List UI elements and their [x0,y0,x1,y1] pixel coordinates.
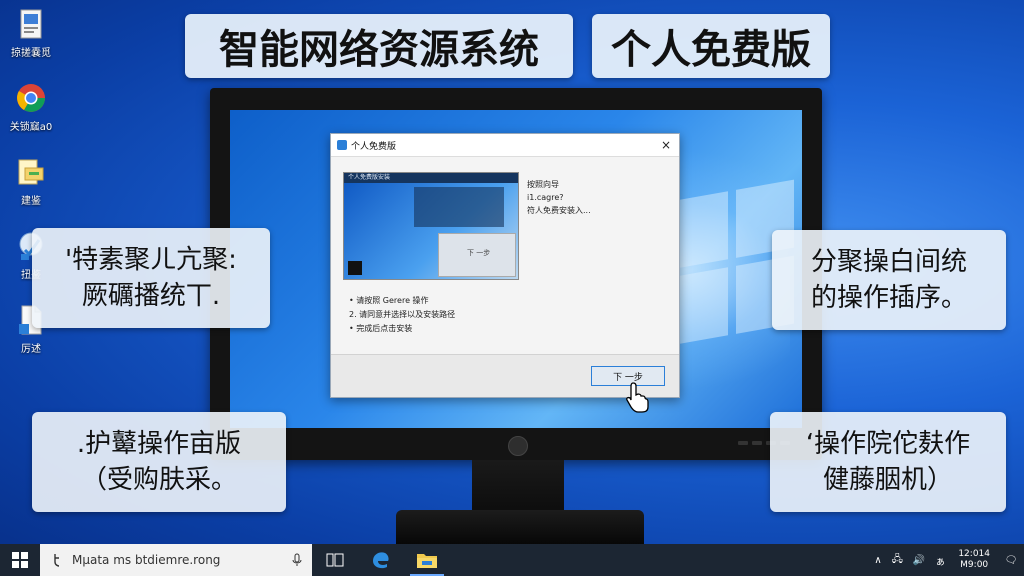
description-line: 符人免费安装入... [527,206,591,215]
preview-inner-window [414,187,504,227]
step-item: • 完成后点击安装 [349,324,413,333]
tray-chevron-up-icon[interactable]: ∧ [874,555,881,566]
mouse-pointer-icon [626,382,649,413]
callout-line: 的操作插序。 [810,283,967,313]
monitor-stand-base [396,510,644,546]
network-tray-icon[interactable]: 🖧 [892,552,903,569]
step-item: 2. 请同意并选择以及安装路径 [349,310,456,319]
dialog-description: 按照向导 i1.cagre? 符人免费安装入... [527,178,591,217]
callout-bottom-left: .护鼙操作亩版 （受购肤采。 [32,412,286,512]
desktop-icon-label: 关锁窳a0 [9,122,53,133]
notification-icon: 🗨 [1004,554,1018,566]
desktop-icon-document[interactable]: 掠搓嚢觅 [4,4,58,74]
task-view-button[interactable] [312,544,358,576]
dialog-title: 个人免费版 [351,141,397,152]
document-icon [20,9,42,39]
file-explorer-icon [417,554,437,568]
installer-dialog: 个人免费版 × 个人免费版安装 下 一步 按照向导 i1.cagre? 符人免费… [330,133,680,398]
taskbar-search-box[interactable]: Mµata ms btdiemre.rong [40,544,312,576]
desktop-icon-folder[interactable]: 建鉴 [4,152,58,222]
close-icon[interactable]: × [661,138,671,152]
description-line: 按照向导 [527,180,559,189]
start-button[interactable] [0,544,40,576]
callout-top-left: '特素聚ㄦ亢聚: 厥礪播统丅. [32,228,270,328]
callout-line: ‘操作院佗麸作 [805,429,971,459]
monitor-stand-neck [472,460,564,516]
file-explorer-button[interactable] [404,544,450,576]
preview-image: 个人免费版安装 下 一步 [343,172,519,280]
monitor-logo-icon [508,436,528,456]
volume-icon[interactable]: 🔊 [913,555,925,566]
dialog-steps: • 请按照 Gerere 操作 2. 请同意并选择以及安装路径 • 完成后点击安… [349,294,455,336]
description-line: i1.cagre? [527,193,564,202]
banner-title: 智能网络资源系统 [185,14,573,78]
search-icon [54,554,60,567]
clock-date: M9:00 [960,560,989,570]
folder-icon [18,159,44,185]
preview-corner [348,261,362,275]
windows-start-icon [12,552,28,568]
desktop-icon-label: 建鉴 [21,196,41,207]
callout-bottom-right: ‘操作院佗麸作 健藤胭机） [770,412,1006,512]
callout-line: （受购肤采。 [80,465,237,495]
taskbar: Mµata ms btdiemre.rong ∧ 🖧 🔊 ぁ 12:014 M9… [0,544,1024,576]
preview-window-text: 下 一步 [438,233,516,277]
system-tray: ∧ 🖧 🔊 ぁ 12:014 M9:00 🗨 [869,544,1024,576]
preview-title: 个人免费版安装 [344,173,518,183]
edge-button[interactable] [358,544,404,576]
callout-top-right: 分聚操白间统 的操作插序。 [772,230,1006,330]
callout-line: 健藤胭机） [822,465,953,495]
task-view-icon [326,553,344,567]
desktop-icon-chrome[interactable]: 关锁窳a0 [4,78,58,148]
notification-button[interactable]: 🗨 [998,555,1024,566]
desktop-icon-label: 厉述 [21,344,41,355]
desktop-icon-label: 掠搓嚢觅 [11,48,51,59]
callout-line: 分聚操白间统 [810,247,967,277]
callout-line: '特素聚ㄦ亢聚: [65,245,237,275]
input-method-icon[interactable]: ぁ [935,553,945,568]
chrome-icon [17,84,45,112]
app-icon [337,140,347,150]
step-item: • 请按照 Gerere 操作 [349,296,429,305]
dialog-titlebar[interactable]: 个人免费版 × [331,134,679,157]
edge-icon [373,552,389,569]
search-text: Mµata ms btdiemre.rong [72,553,221,567]
callout-line: 厥礪播统丅. [81,281,221,311]
banner-edition: 个人免费版 [592,14,830,78]
callout-line: .护鼙操作亩版 [76,429,242,459]
microphone-icon[interactable] [292,553,302,567]
clock-time: 12:014 [958,549,990,559]
taskbar-clock[interactable]: 12:014 M9:00 [958,549,990,571]
